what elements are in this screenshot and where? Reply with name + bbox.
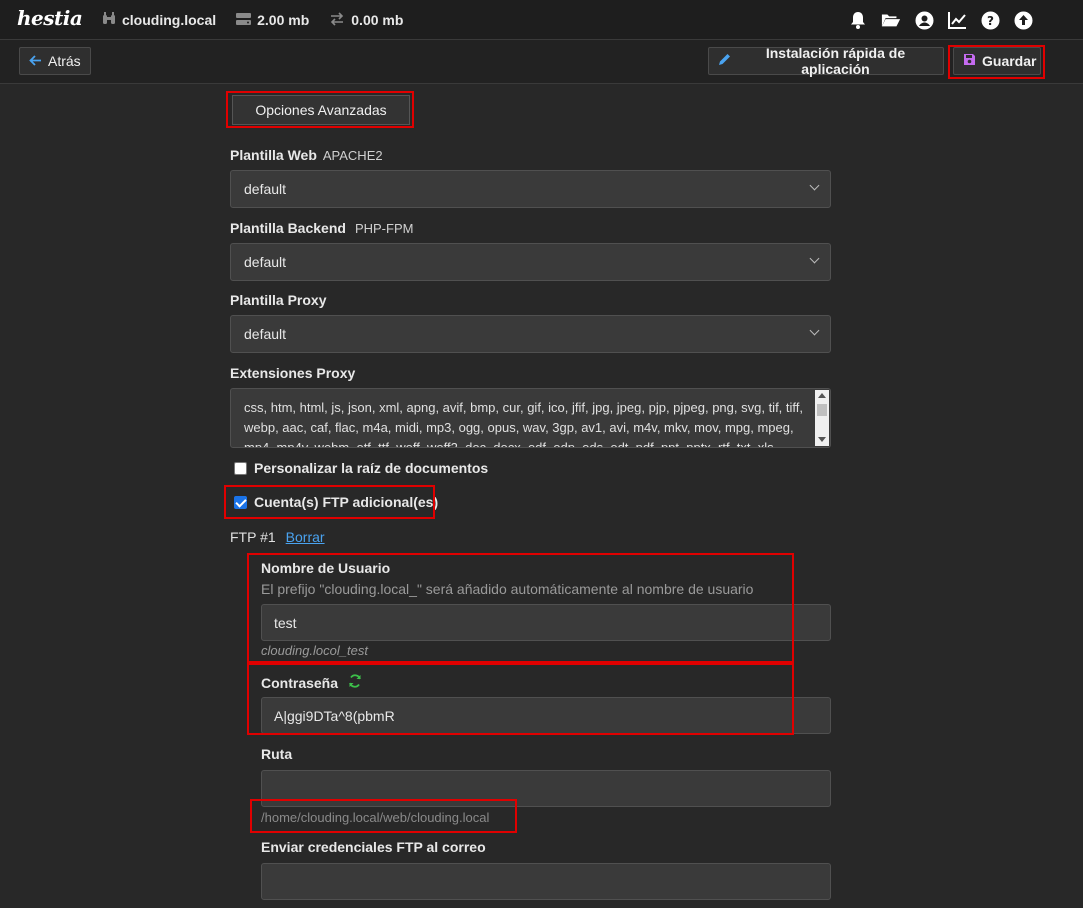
stats-icon[interactable] — [947, 10, 967, 30]
ftp-password-input[interactable]: A|ggi9DTa^8(pbmR — [261, 697, 831, 734]
arrow-left-icon — [29, 53, 42, 69]
backend-template-label: Plantilla Backend PHP-FPM — [230, 220, 413, 236]
ftp-username-input[interactable]: test — [261, 604, 831, 641]
ftp-password-value: A|ggi9DTa^8(pbmR — [274, 707, 395, 724]
ftp-title: FTP #1 — [230, 529, 276, 545]
transfer-icon — [329, 11, 345, 29]
web-template-value: default — [244, 181, 287, 197]
hard-drive-icon — [236, 12, 252, 28]
upload-icon[interactable] — [1013, 10, 1033, 30]
save-icon — [963, 53, 976, 69]
ftp-send-label: Enviar credenciales FTP al correo — [261, 839, 486, 855]
checkbox-box[interactable] — [234, 461, 247, 475]
backend-template-value: default — [244, 254, 287, 270]
textarea-scrollbar[interactable] — [815, 390, 829, 446]
ftp-username-hint: El prefijo "clouding.local_" será añadid… — [261, 581, 754, 597]
hestia-logo[interactable]: hestia — [17, 6, 83, 30]
binoculars-icon — [102, 12, 116, 28]
chevron-down-icon — [809, 180, 820, 191]
custom-docroot-label: Personalizar la raíz de documentos — [254, 460, 489, 476]
bandwidth-usage: 0.00 mb — [351, 12, 404, 28]
additional-ftp-label: Cuenta(s) FTP adicional(es) — [254, 494, 439, 510]
ftp-send-email-input[interactable] — [261, 863, 831, 900]
ftp-username-value: test — [274, 614, 297, 631]
chevron-down-icon — [809, 253, 820, 264]
chevron-down-icon — [809, 325, 820, 336]
proxy-template-select[interactable]: default — [230, 315, 831, 353]
web-template-select[interactable]: default — [230, 170, 831, 208]
save-button-label: Guardar — [982, 53, 1037, 69]
folder-icon[interactable] — [881, 10, 901, 30]
ftp-username-preview: clouding.locol_test — [261, 643, 368, 658]
scroll-up-icon[interactable] — [818, 393, 826, 398]
user-icon[interactable] — [914, 10, 934, 30]
quick-install-label: Instalación rápida de aplicación — [765, 45, 906, 77]
bell-icon[interactable] — [848, 10, 868, 30]
pencil-icon — [718, 53, 731, 69]
backend-template-sub: PHP-FPM — [354, 221, 414, 236]
top-icons: ? — [848, 0, 1033, 40]
back-button-label: Atrás — [48, 53, 81, 69]
additional-ftp-checkbox[interactable]: Cuenta(s) FTP adicional(es) — [234, 494, 438, 510]
account-stats: clouding.local 2.00 mb 0.00 mb — [102, 0, 403, 40]
custom-docroot-checkbox[interactable]: Personalizar la raíz de documentos — [234, 460, 488, 476]
checkbox-box-checked[interactable] — [234, 495, 247, 509]
back-button[interactable]: Atrás — [19, 47, 91, 75]
top-navbar: hestia clouding.local 2.00 mb 0.00 mb ? — [0, 0, 1083, 40]
advanced-options-button[interactable]: Opciones Avanzadas — [232, 95, 410, 125]
ftp-path-label: Ruta — [261, 746, 293, 762]
proxy-extensions-label: Extensiones Proxy — [230, 365, 356, 381]
backend-template-label-text: Plantilla Backend — [230, 220, 346, 236]
ftp-account-header: FTP #1 Borrar — [230, 529, 325, 545]
refresh-icon[interactable] — [348, 674, 362, 692]
quick-install-button[interactable]: Instalación rápida de aplicación — [708, 45, 944, 77]
proxy-extensions-value: css, htm, html, js, json, xml, apng, avi… — [244, 400, 803, 448]
scroll-down-icon[interactable] — [818, 437, 826, 442]
backend-template-select[interactable]: default — [230, 243, 831, 281]
ftp-username-label: Nombre de Usuario — [261, 560, 391, 576]
ftp-path-input[interactable] — [261, 770, 831, 807]
web-template-label: Plantilla Web APACHE2 — [230, 147, 383, 163]
help-icon[interactable]: ? — [980, 10, 1000, 30]
domain-name[interactable]: clouding.local — [122, 12, 216, 28]
proxy-template-label: Plantilla Proxy — [230, 292, 327, 308]
ftp-password-label: Contraseña — [261, 674, 362, 692]
ftp-delete-link[interactable]: Borrar — [286, 529, 325, 545]
save-button[interactable]: Guardar — [953, 47, 1041, 75]
toolbar: Atrás Instalación rápida de aplicación G… — [0, 40, 1083, 84]
proxy-template-value: default — [244, 326, 287, 342]
svg-text:?: ? — [987, 14, 994, 28]
ftp-path-hint: /home/clouding.local/web/clouding.local — [261, 810, 490, 825]
web-template-label-text: Plantilla Web — [230, 147, 317, 163]
scroll-thumb[interactable] — [817, 404, 827, 416]
web-template-sub: APACHE2 — [322, 148, 383, 163]
proxy-extensions-textarea[interactable]: css, htm, html, js, json, xml, apng, avi… — [230, 388, 831, 448]
disk-usage: 2.00 mb — [257, 12, 310, 28]
ftp-password-label-text: Contraseña — [261, 675, 339, 691]
